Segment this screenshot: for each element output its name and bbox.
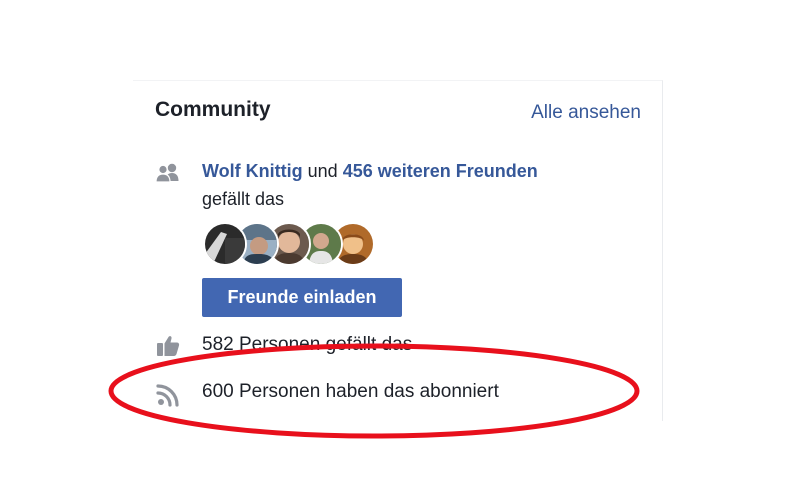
friend-avatars: [203, 222, 383, 266]
friends-like-text: Wolf Knittig und 456 weiteren Freunden g…: [202, 157, 538, 213]
followers-count-text: 600 Personen haben das abonniert: [202, 381, 499, 402]
likes-count-text: 582 Personen gefällt das: [202, 334, 413, 355]
friends-connector: und: [307, 161, 338, 181]
invite-friends-button[interactable]: Freunde einladen: [202, 278, 402, 317]
friend-name-link[interactable]: Wolf Knittig: [202, 161, 303, 181]
friends-like-suffix: gefällt das: [202, 189, 285, 209]
community-title: Community: [155, 98, 271, 121]
other-friends-link[interactable]: 456 weiteren Freunden: [343, 161, 538, 181]
thumbs-up-icon: [157, 336, 180, 356]
rss-icon: [156, 384, 179, 407]
see-all-link[interactable]: Alle ansehen: [531, 102, 641, 124]
friend-avatar-1[interactable]: [203, 222, 247, 266]
friends-icon: [155, 163, 179, 183]
community-card: Community Alle ansehen Wolf Knittig und …: [133, 80, 663, 421]
screenshot-stage: Community Alle ansehen Wolf Knittig und …: [0, 0, 800, 500]
